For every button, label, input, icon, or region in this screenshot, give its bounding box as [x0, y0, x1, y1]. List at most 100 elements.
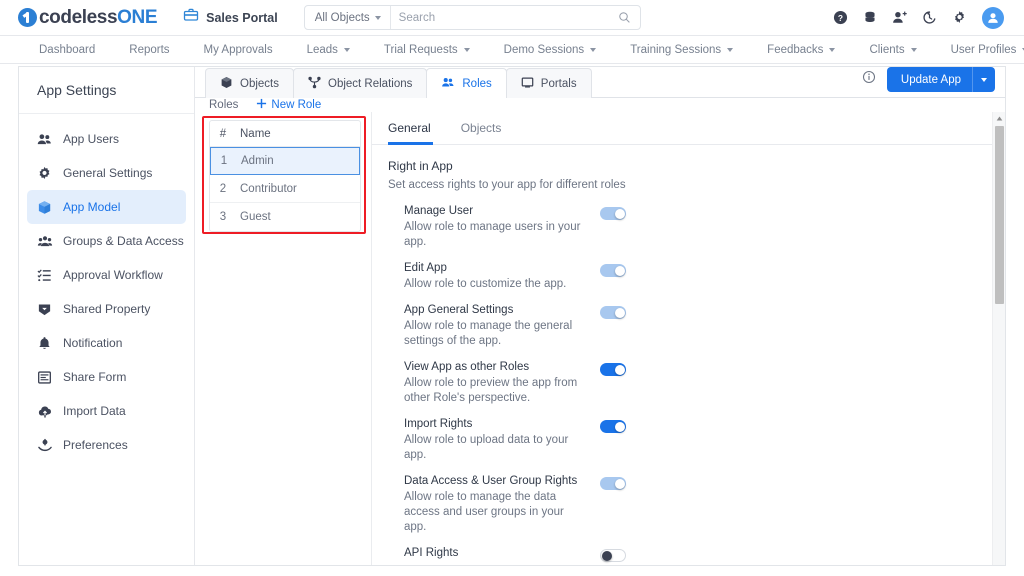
scroll-up-arrow-icon[interactable] [993, 112, 1005, 124]
detail-tab-general[interactable]: General [388, 112, 447, 145]
vertical-scrollbar[interactable] [992, 112, 1005, 566]
toggle-knob [615, 266, 625, 276]
info-circle-icon[interactable] [862, 70, 876, 89]
permission-row: Edit App Allow role to customize the app… [388, 262, 618, 292]
permission-name: Import Rights [404, 418, 618, 430]
sidebar-item-label: Preferences [63, 438, 128, 452]
table-row[interactable]: 3 Guest [210, 203, 360, 231]
sidebar-item-groups-data-access[interactable]: Groups & Data Access [27, 224, 186, 258]
search-icon[interactable] [618, 11, 640, 24]
tab-object-relations[interactable]: Object Relations [293, 68, 427, 98]
nav-item-dashboard[interactable]: Dashboard [22, 44, 112, 56]
sidebar-item-label: App Model [63, 200, 120, 214]
sidebar-item-general-settings[interactable]: General Settings [27, 156, 186, 190]
users-icon [36, 132, 53, 147]
tab-label: Objects [240, 78, 279, 90]
row-index: 2 [210, 183, 236, 195]
object-filter-dropdown[interactable]: All Objects [305, 6, 391, 29]
form-icon [36, 370, 53, 385]
nav-item-feedbacks[interactable]: Feedbacks [750, 44, 852, 56]
permission-description: Allow role to preview the app from other… [404, 376, 584, 406]
sidebar-item-share-form[interactable]: Share Form [27, 360, 186, 394]
update-app-button[interactable]: Update App [887, 67, 995, 92]
relations-icon [308, 76, 321, 92]
permission-description: Allow role to customize the app. [404, 277, 584, 292]
detail-tabstrip: General Objects [372, 112, 1005, 145]
nav-label: Feedbacks [767, 44, 823, 56]
nav-item-reports[interactable]: Reports [112, 44, 186, 56]
permission-toggle-manage-user[interactable] [600, 207, 626, 220]
add-user-icon[interactable] [892, 10, 907, 25]
app-settings-frame: App Settings App Users General Settings [18, 66, 1006, 566]
nav-item-training-sessions[interactable]: Training Sessions [613, 44, 750, 56]
sidebar-item-preferences[interactable]: Preferences [27, 428, 186, 462]
permission-toggle-data-access-user-group-rights[interactable] [600, 477, 626, 490]
toggle-knob [615, 308, 625, 318]
sidebar-item-import-data[interactable]: Import Data [27, 394, 186, 428]
object-filter-label: All Objects [315, 12, 370, 24]
row-index: 1 [211, 155, 237, 167]
plus-icon [256, 98, 267, 112]
permission-toggle-edit-app[interactable] [600, 264, 626, 277]
chevron-down-icon [911, 48, 917, 52]
gear-icon[interactable] [952, 10, 967, 25]
search-input[interactable] [391, 12, 618, 24]
brand-logo[interactable]: codelessONE [18, 7, 157, 29]
rights-section-subtitle: Set access rights to your app for differ… [388, 179, 1005, 191]
sidebar-item-approval-workflow[interactable]: Approval Workflow [27, 258, 186, 292]
history-icon[interactable] [922, 10, 937, 25]
rights-scroll-area[interactable]: Right in App Set access rights to your a… [372, 145, 1005, 566]
sidebar-item-app-model[interactable]: App Model [27, 190, 186, 224]
nav-item-leads[interactable]: Leads [290, 44, 367, 56]
help-circle-icon[interactable]: ? [833, 10, 848, 25]
sidebar-item-label: Notification [63, 336, 122, 350]
permission-name: Manage User [404, 205, 618, 217]
update-app-dropdown[interactable] [973, 78, 995, 82]
permission-toggle-view-app-as-other-roles[interactable] [600, 363, 626, 376]
row-name: Admin [237, 155, 274, 167]
permission-name: App General Settings [404, 304, 618, 316]
new-role-button[interactable]: New Role [256, 98, 321, 112]
roles-table: # Name 1 Admin 2 Contributor 3 [209, 120, 361, 232]
role-detail-pane: General Objects Right in App Set access … [371, 112, 1005, 566]
permission-description: Allow role to upload data to your app. [404, 433, 584, 463]
user-avatar-icon[interactable] [982, 7, 1004, 29]
nav-label: Trial Requests [384, 44, 458, 56]
tab-portals[interactable]: Portals [506, 68, 592, 98]
permission-row: Manage User Allow role to manage users i… [388, 205, 618, 250]
permission-name: API Rights [404, 547, 618, 559]
database-icon[interactable] [863, 10, 877, 25]
permission-description: Allow role to manage the data access and… [404, 490, 584, 535]
table-row[interactable]: 1 Admin [210, 147, 360, 175]
toggle-knob [615, 479, 625, 489]
scrollbar-thumb[interactable] [995, 126, 1004, 304]
row-index: 3 [210, 211, 236, 223]
sidebar-item-app-users[interactable]: App Users [27, 122, 186, 156]
row-name: Guest [236, 211, 271, 223]
nav-item-trial-requests[interactable]: Trial Requests [367, 44, 487, 56]
tab-objects[interactable]: Objects [205, 68, 294, 98]
nav-label: Dashboard [39, 44, 95, 56]
permission-toggle-api-rights[interactable] [600, 549, 626, 562]
nav-item-user-profiles[interactable]: User Profiles [934, 44, 1024, 56]
scroll-down-arrow-icon[interactable] [993, 561, 1005, 566]
detail-tab-objects[interactable]: Objects [447, 112, 516, 145]
cube-icon [220, 76, 233, 92]
sidebar-item-notification[interactable]: Notification [27, 326, 186, 360]
table-row[interactable]: 2 Contributor [210, 175, 360, 203]
nav-item-my-approvals[interactable]: My Approvals [187, 44, 290, 56]
permission-row: API Rights [388, 547, 618, 562]
nav-item-demo-sessions[interactable]: Demo Sessions [487, 44, 614, 56]
permission-row: Import Rights Allow role to upload data … [388, 418, 618, 463]
portal-selector[interactable]: Sales Portal [183, 7, 278, 28]
nav-label: My Approvals [204, 44, 273, 56]
sidebar-item-label: App Users [63, 132, 119, 146]
nav-item-clients[interactable]: Clients [852, 44, 933, 56]
permission-name: Edit App [404, 262, 618, 274]
sidebar-item-shared-property[interactable]: Shared Property [27, 292, 186, 326]
toggle-knob [602, 551, 612, 561]
permission-toggle-import-rights[interactable] [600, 420, 626, 433]
permission-toggle-app-general-settings[interactable] [600, 306, 626, 319]
tab-roles[interactable]: Roles [426, 68, 506, 98]
permission-row: Data Access & User Group Rights Allow ro… [388, 475, 618, 535]
